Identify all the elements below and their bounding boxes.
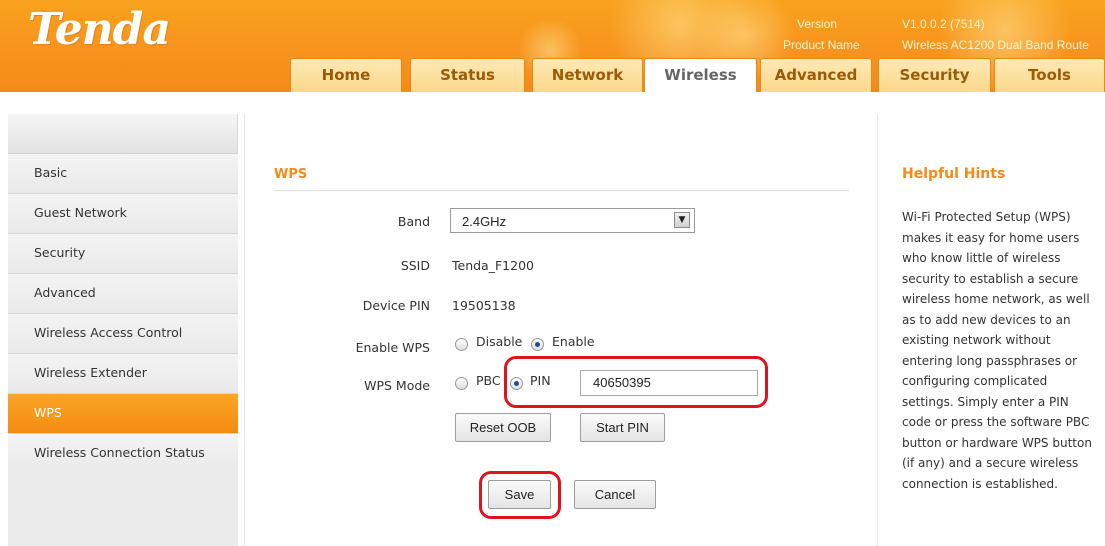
sidebar-item-wireless-access-control[interactable]: Wireless Access Control	[8, 314, 238, 354]
tab-status[interactable]: Status	[410, 58, 525, 92]
sidebar-item-advanced[interactable]: Advanced	[8, 274, 238, 314]
tenda-logo: Tenda	[28, 4, 171, 55]
band-select[interactable]: 2.4GHz ▼	[450, 208, 695, 233]
sidebar-item-wireless-connection-status[interactable]: Wireless Connection Status	[8, 434, 238, 474]
product-name-value: Wireless AC1200 Dual Band Route	[902, 38, 1089, 52]
wps-mode-pbc-label[interactable]: PBC	[476, 373, 501, 388]
tab-home[interactable]: Home	[290, 58, 402, 92]
sidebar-item-basic[interactable]: Basic	[8, 154, 238, 194]
hints-title: Helpful Hints	[902, 166, 1006, 182]
enable-wps-disable-radio[interactable]	[455, 338, 468, 351]
sidebar-item-security[interactable]: Security	[8, 234, 238, 274]
tab-advanced[interactable]: Advanced	[760, 58, 872, 92]
band-label: Band	[397, 214, 430, 229]
chevron-down-icon[interactable]: ▼	[674, 212, 690, 228]
section-title: WPS	[274, 167, 308, 182]
tab-wireless[interactable]: Wireless	[644, 58, 757, 92]
pin-highlight-annotation	[504, 356, 768, 408]
tab-tools[interactable]: Tools	[994, 58, 1105, 92]
band-select-value: 2.4GHz	[462, 214, 507, 229]
start-pin-button[interactable]: Start PIN	[580, 413, 665, 442]
sidebar-header	[8, 114, 237, 154]
device-pin-label: Device PIN	[362, 298, 430, 313]
tab-security[interactable]: Security	[878, 58, 991, 92]
product-name-label: Product Name	[783, 38, 860, 52]
reset-oob-button[interactable]: Reset OOB	[455, 413, 551, 442]
version-value: V1.0.0.2 (7514)	[902, 17, 985, 31]
main-panel	[244, 114, 878, 546]
sidebar-item-wireless-extender[interactable]: Wireless Extender	[8, 354, 238, 394]
wps-mode-pbc-radio[interactable]	[455, 377, 468, 390]
sidebar: Basic Guest Network Security Advanced Wi…	[8, 114, 238, 546]
device-pin-value: 19505138	[452, 298, 516, 313]
sidebar-footer	[8, 471, 238, 546]
ssid-value: Tenda_F1200	[452, 258, 534, 273]
enable-wps-enable-label[interactable]: Enable	[552, 334, 595, 349]
save-highlight-annotation	[479, 471, 561, 519]
wps-mode-label: WPS Mode	[364, 378, 430, 393]
version-label: Version	[797, 17, 838, 31]
enable-wps-enable-radio[interactable]	[531, 338, 544, 351]
hints-text: Wi-Fi Protected Setup (WPS) makes it eas…	[902, 210, 1092, 491]
section-divider	[274, 190, 849, 191]
cancel-button[interactable]: Cancel	[574, 480, 656, 509]
sidebar-item-guest-network[interactable]: Guest Network	[8, 194, 238, 234]
ssid-label: SSID	[400, 258, 430, 273]
enable-wps-disable-label[interactable]: Disable	[476, 334, 522, 349]
sidebar-item-wps[interactable]: WPS	[8, 394, 238, 434]
tab-network[interactable]: Network	[532, 58, 643, 92]
enable-wps-label: Enable WPS	[355, 340, 430, 355]
